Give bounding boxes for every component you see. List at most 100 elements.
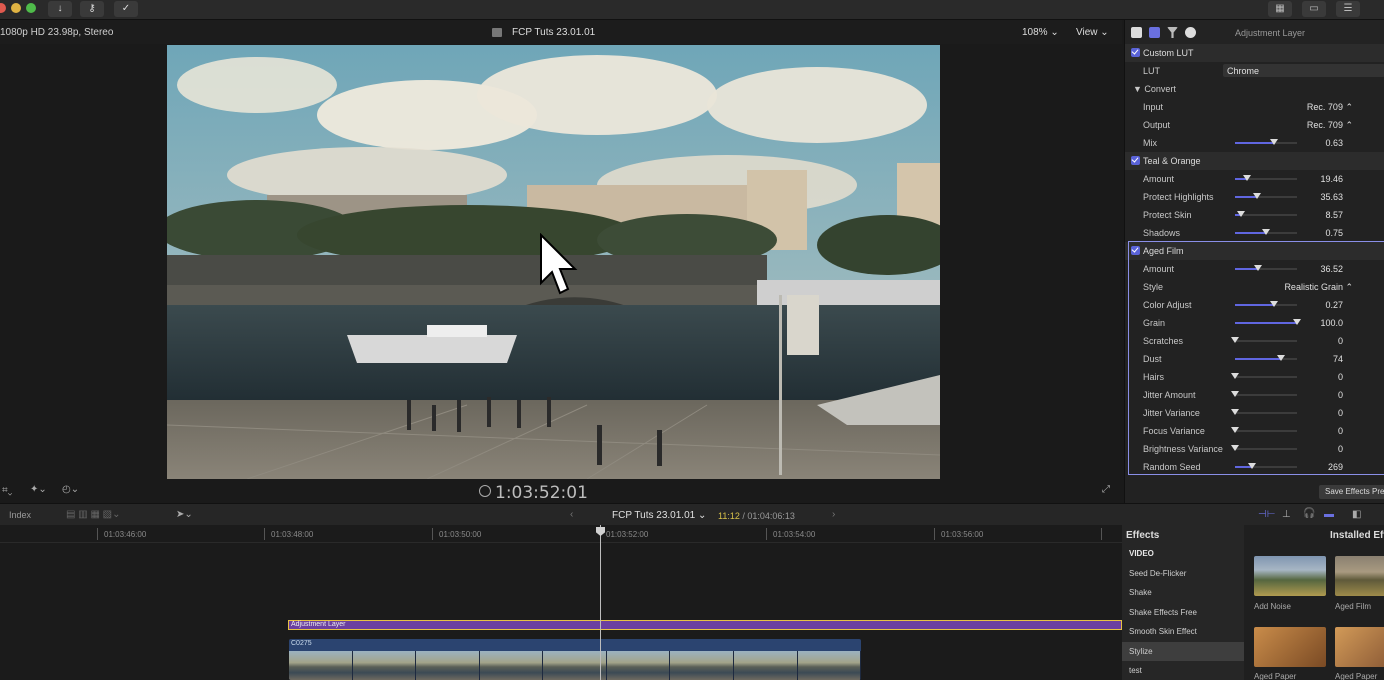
parameter-slider[interactable] [1235,175,1297,181]
crop-tool-icon[interactable]: ⌗⌄ [2,485,12,496]
inspector-row-amount[interactable]: Amount 19.46 [1125,170,1384,188]
slider-knob[interactable] [1270,139,1279,145]
project-icon [492,28,502,37]
inspector-row-mix[interactable]: Mix 0.63 [1125,134,1384,152]
viewer-video-frame[interactable] [167,45,940,479]
magic-wand-icon[interactable]: ✦⌄ [30,484,47,495]
close-window-button[interactable] [0,3,6,13]
speed-icon[interactable]: ◴⌄ [62,484,79,495]
slider-knob[interactable] [1253,193,1262,199]
inspector-row-teal-orange[interactable]: Teal & Orange [1125,152,1384,170]
row-label: LUT [1143,66,1161,76]
effect-thumbnail[interactable] [1254,627,1326,667]
row-value: 0.75 [1325,228,1343,238]
snapping-icon[interactable]: ▬ [1324,509,1334,520]
effects-category-item[interactable]: Shake [1122,583,1244,602]
effect-enable-checkbox[interactable] [1131,156,1140,165]
parameter-slider[interactable] [1235,193,1297,199]
effect-thumbnail[interactable] [1254,556,1326,596]
slider-fill [1235,142,1275,144]
text-inspector-icon[interactable] [1131,27,1142,38]
effects-category-item[interactable]: Stylize [1122,641,1244,661]
timeline-toolbar: Index ▤ ▥ ▦ ▧⌄ ➤⌄ ‹ FCP Tuts 23.01.01 ⌄ … [0,503,1384,525]
parameter-slider[interactable] [1235,211,1297,217]
inspector-row-custom-lut[interactable]: Custom LUT [1125,44,1384,62]
lut-popup[interactable]: Chrome [1223,64,1384,77]
row-value: 35.63 [1320,192,1343,202]
timeline[interactable]: 01:03:46:00 01:03:48:00 01:03:50:00 01:0… [0,525,1122,680]
forward-arrow-icon[interactable]: › [832,509,835,520]
chevron-down-icon: ⌄ [1050,27,1059,38]
slider-knob[interactable] [1262,229,1270,235]
color-inspector-icon[interactable] [1167,27,1178,38]
effects-category-item[interactable]: Smooth Skin Effect [1122,622,1244,641]
inspector-row-lut[interactable]: LUT Chrome [1125,62,1384,80]
ruler-tick [264,528,265,540]
inspector-row-shadows[interactable]: Shadows 0.75 [1125,224,1384,242]
effect-label: Aged Paper [1335,672,1378,680]
info-icon[interactable] [1185,27,1196,38]
parameter-slider[interactable] [1235,229,1297,235]
installed-effects-grid: Installed Effects Add Noise Aged Film Ag… [1244,525,1384,680]
effects-category-item[interactable]: Shake Effects Free [1122,603,1244,622]
inspector-layout-button[interactable]: ☰ [1336,1,1360,17]
download-icon: ↓ [57,3,63,14]
row-value[interactable]: Rec. 709 ⌃ [1307,102,1353,113]
index-button[interactable]: Index [9,510,31,520]
effects-category-label: Stylize [1129,646,1153,656]
row-value[interactable]: Rec. 709 ⌃ [1307,120,1353,131]
adjustment-layer-clip[interactable]: Adjustment Layer [288,620,1122,630]
browser-layout-button[interactable]: ▦ [1268,1,1292,17]
clip-appearance-icon[interactable]: ▤ ▥ ▦ ▧⌄ [66,509,121,520]
effect-thumbnail[interactable] [1335,627,1384,667]
background-tasks-button[interactable]: ✓ [114,1,138,17]
view-menu[interactable]: View ⌄ [1076,27,1109,38]
minimize-window-button[interactable] [11,3,21,13]
video-inspector-icon[interactable] [1149,27,1160,38]
headphones-icon[interactable]: 🎧 [1303,508,1315,519]
ruler-tick [934,528,935,540]
effects-category-item[interactable]: test [1122,661,1244,680]
clip-filmstrip [289,651,861,680]
parameter-slider[interactable] [1235,139,1297,145]
viewer-footer: ⌗⌄ ✦⌄ ◴⌄ 1:03:52:01 ⤢ [0,479,1122,503]
inspector-row-input[interactable]: Input Rec. 709 ⌃ [1125,98,1384,116]
effects-category-list: Effects VIDEO Seed De-Flicker Shake Shake E… [1122,525,1244,680]
slider-knob[interactable] [1236,211,1245,217]
effect-thumbnail[interactable] [1335,556,1384,596]
effect-label: Aged Film [1335,602,1372,611]
skimming-icon[interactable]: ⊣⊢ [1258,509,1275,520]
effects-browser-icon[interactable]: ◧ [1352,509,1361,520]
row-value: 19.46 [1320,174,1343,184]
inspector-row-protect-highlights[interactable]: Protect Highlights 35.63 [1125,188,1384,206]
import-button[interactable]: ↓ [48,1,72,17]
timeline-ruler[interactable]: 01:03:46:00 01:03:48:00 01:03:50:00 01:0… [0,525,1122,543]
inspector-panel: Adjustment Layer Custom LUT LUT Chrome ▼ Co… [1124,20,1384,503]
ruler-label: 01:03:52:00 [606,530,649,539]
effects-category-item[interactable]: Seed De-Flicker [1122,564,1244,583]
timeline-layout-button[interactable]: ▭ [1302,1,1326,17]
slider-knob[interactable] [1242,175,1251,181]
play-icon[interactable] [479,485,491,497]
save-effects-preset-button[interactable]: Save Effects Preset [1319,485,1384,499]
audio-skimming-icon[interactable]: ⊥ [1282,509,1291,520]
aged-film-selection-box [1128,241,1384,475]
ruler-label: 01:03:54:00 [773,530,816,539]
zoom-window-button[interactable] [26,3,36,13]
inspector-row-output[interactable]: Output Rec. 709 ⌃ [1125,116,1384,134]
inspector-row-protect-skin[interactable]: Protect Skin 8.57 [1125,206,1384,224]
select-tool-icon[interactable]: ➤⌄ [176,509,193,520]
playhead[interactable] [600,525,601,680]
fullscreen-icon[interactable]: ⤢ [1102,484,1110,495]
keywords-button[interactable]: ⚷ [80,1,104,17]
row-label: Mix [1143,138,1157,148]
row-value: 8.57 [1325,210,1343,220]
effect-enable-checkbox[interactable] [1131,48,1140,57]
timeline-duration: 11:12 / 01:04:06:13 [718,511,795,521]
back-arrow-icon[interactable]: ‹ [570,509,573,520]
video-clip[interactable]: C0275 [289,639,861,680]
effects-browser: Effects VIDEO Seed De-Flicker Shake Shake E… [1122,525,1384,680]
checkmark-circle-icon: ✓ [121,3,131,14]
zoom-menu[interactable]: 108% ⌄ [1022,27,1059,38]
timeline-project-title[interactable]: FCP Tuts 23.01.01 ⌄ [612,510,706,521]
